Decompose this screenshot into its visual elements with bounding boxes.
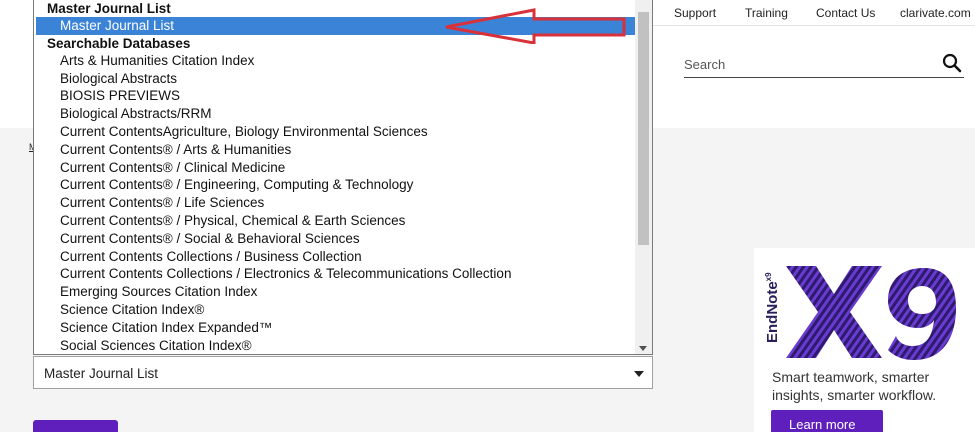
list-item[interactable]: Current Contents Collections / Business … xyxy=(34,248,636,266)
scrollbar-thumb[interactable] xyxy=(638,12,649,245)
endnote-brand: EndNotex9 xyxy=(764,272,781,343)
database-dropdown-list[interactable]: Master Journal List Master Journal List … xyxy=(33,0,653,355)
header-divider xyxy=(653,25,975,26)
dropdown-scrollbar[interactable] xyxy=(635,0,652,354)
endnote-x9-logo xyxy=(786,266,956,360)
list-item[interactable]: Current Contents® / Arts & Humanities xyxy=(34,141,636,159)
arrow-left-icon xyxy=(445,8,626,44)
list-item[interactable]: Arts & Humanities Citation Index xyxy=(34,52,636,70)
scroll-down-arrow-icon[interactable] xyxy=(639,346,647,351)
ad-tagline: Smart teamwork, smarter insights, smarte… xyxy=(772,369,937,403)
list-item[interactable]: Science Citation Index Expanded™ xyxy=(34,319,636,337)
learn-more-button[interactable]: Learn more xyxy=(771,410,883,432)
list-item[interactable]: Current Contents Collections / Electroni… xyxy=(34,265,636,283)
list-item[interactable]: Emerging Sources Citation Index xyxy=(34,283,636,301)
nav-contact-link[interactable]: Contact Us xyxy=(816,6,875,20)
search-input[interactable] xyxy=(684,54,929,74)
chevron-down-icon[interactable] xyxy=(634,371,644,377)
list-item[interactable]: Social Sciences Citation Index® xyxy=(34,337,636,354)
nav-training-link[interactable]: Training xyxy=(745,6,788,20)
nav-support-link[interactable]: Support xyxy=(674,6,716,20)
endnote-ad[interactable]: EndNotex9 Smart teamwork, smarter insigh… xyxy=(754,248,975,432)
list-item[interactable]: Current ContentsAgriculture, Biology Env… xyxy=(34,123,636,141)
dropdown-options: Master Journal List Master Journal List … xyxy=(34,0,636,354)
list-item[interactable]: Biological Abstracts/RRM xyxy=(34,105,636,123)
nav-clarivate-link[interactable]: clarivate.com xyxy=(900,6,971,20)
list-item[interactable]: Current Contents® / Physical, Chemical &… xyxy=(34,212,636,230)
search-icon[interactable] xyxy=(942,53,962,73)
list-item[interactable]: Current Contents® / Social & Behavioral … xyxy=(34,230,636,248)
list-item[interactable]: BIOSIS PREVIEWS xyxy=(34,87,636,105)
list-item[interactable]: Current Contents® / Engineering, Computi… xyxy=(34,176,636,194)
list-item[interactable]: Science Citation Index® xyxy=(34,301,636,319)
list-item[interactable]: Current Contents® / Life Sciences xyxy=(34,194,636,212)
search-bar xyxy=(684,50,964,78)
search-submit-button[interactable] xyxy=(33,420,118,432)
list-item[interactable]: Current Contents® / Clinical Medicine xyxy=(34,159,636,177)
database-select[interactable]: Master Journal List xyxy=(33,356,653,389)
list-item[interactable]: Biological Abstracts xyxy=(34,70,636,88)
select-value: Master Journal List xyxy=(44,366,159,381)
